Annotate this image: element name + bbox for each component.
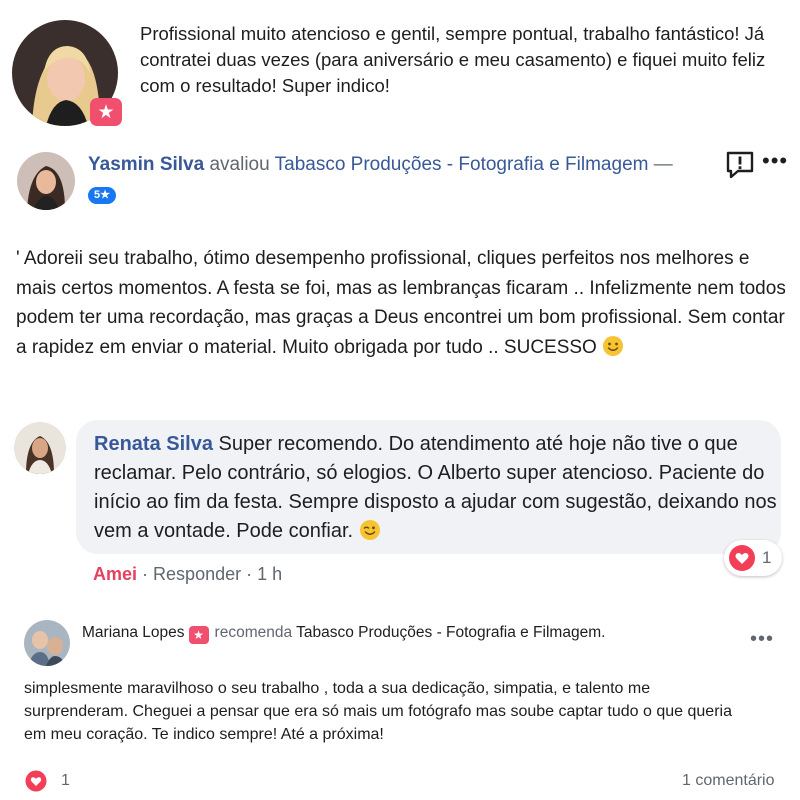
heart-reaction-icon [25, 770, 47, 792]
comment-text: Renata Silva Super recomendo. Do atendim… [94, 430, 784, 546]
review-text: simplesmente maravilhoso o seu trabalho … [24, 680, 732, 743]
report-button[interactable] [724, 150, 756, 180]
review-header: Mariana Lopes ★ recomenda Tabasco Produçõe… [82, 622, 605, 644]
wink-emoji-icon [359, 520, 380, 540]
more-icon: ••• [762, 148, 789, 173]
comment-actions: Amei · Responder · 1 h [93, 562, 282, 586]
star-icon: ★ [97, 101, 115, 123]
separator: · [142, 564, 149, 584]
comments-count-link[interactable]: 1 comentário [682, 772, 775, 790]
review-verb: recomenda [214, 624, 293, 641]
commenter-avatar[interactable] [14, 422, 66, 474]
post-reaction-count: 1 [61, 772, 70, 789]
page-name-link[interactable]: Tabasco Produções - Fotografia e Filmage… [275, 154, 649, 175]
review-text: Profissional muito atencioso e gentil, s… [140, 23, 766, 96]
review-header: Yasmin Silva avaliou Tabasco Produções -… [88, 152, 673, 178]
love-reaction-button[interactable]: Amei [93, 564, 137, 584]
smile-emoji-icon [603, 335, 624, 356]
review-body: ' Adoreii seu trabalho, ótimo desempenho… [16, 248, 786, 358]
reviewer-avatar[interactable] [24, 620, 70, 666]
rating-badge: 5★ [88, 187, 116, 204]
commenter-name-link[interactable]: Renata Silva [94, 433, 213, 455]
separator: · [246, 564, 253, 584]
reviewer-avatar[interactable] [17, 152, 75, 210]
comment-reactions[interactable]: 1 [724, 540, 782, 576]
report-icon [726, 151, 754, 179]
header-dash: — [653, 154, 673, 175]
reviewer-name-link[interactable]: Mariana Lopes [82, 624, 185, 641]
page-name-link[interactable]: Tabasco Produções - Fotografia e Filmage… [296, 624, 605, 641]
review-text: ' Adoreii seu trabalho, ótimo desempenho… [16, 244, 788, 362]
post-reactions[interactable]: 1 [25, 770, 70, 792]
comment-reaction-count: 1 [762, 548, 772, 567]
recommend-star-icon: ★ [188, 626, 209, 644]
comment-timestamp[interactable]: 1 h [257, 564, 282, 584]
more-options-button[interactable]: ••• [750, 628, 774, 651]
reviewer-name-link[interactable]: Yasmin Silva [88, 154, 204, 175]
recommend-badge: ★ [90, 98, 122, 126]
review-verb: avaliou [209, 154, 270, 175]
more-options-button[interactable]: ••• [762, 150, 796, 178]
reply-button[interactable]: Responder [153, 564, 241, 584]
more-icon: ••• [750, 628, 775, 650]
heart-reaction-icon [729, 545, 755, 571]
